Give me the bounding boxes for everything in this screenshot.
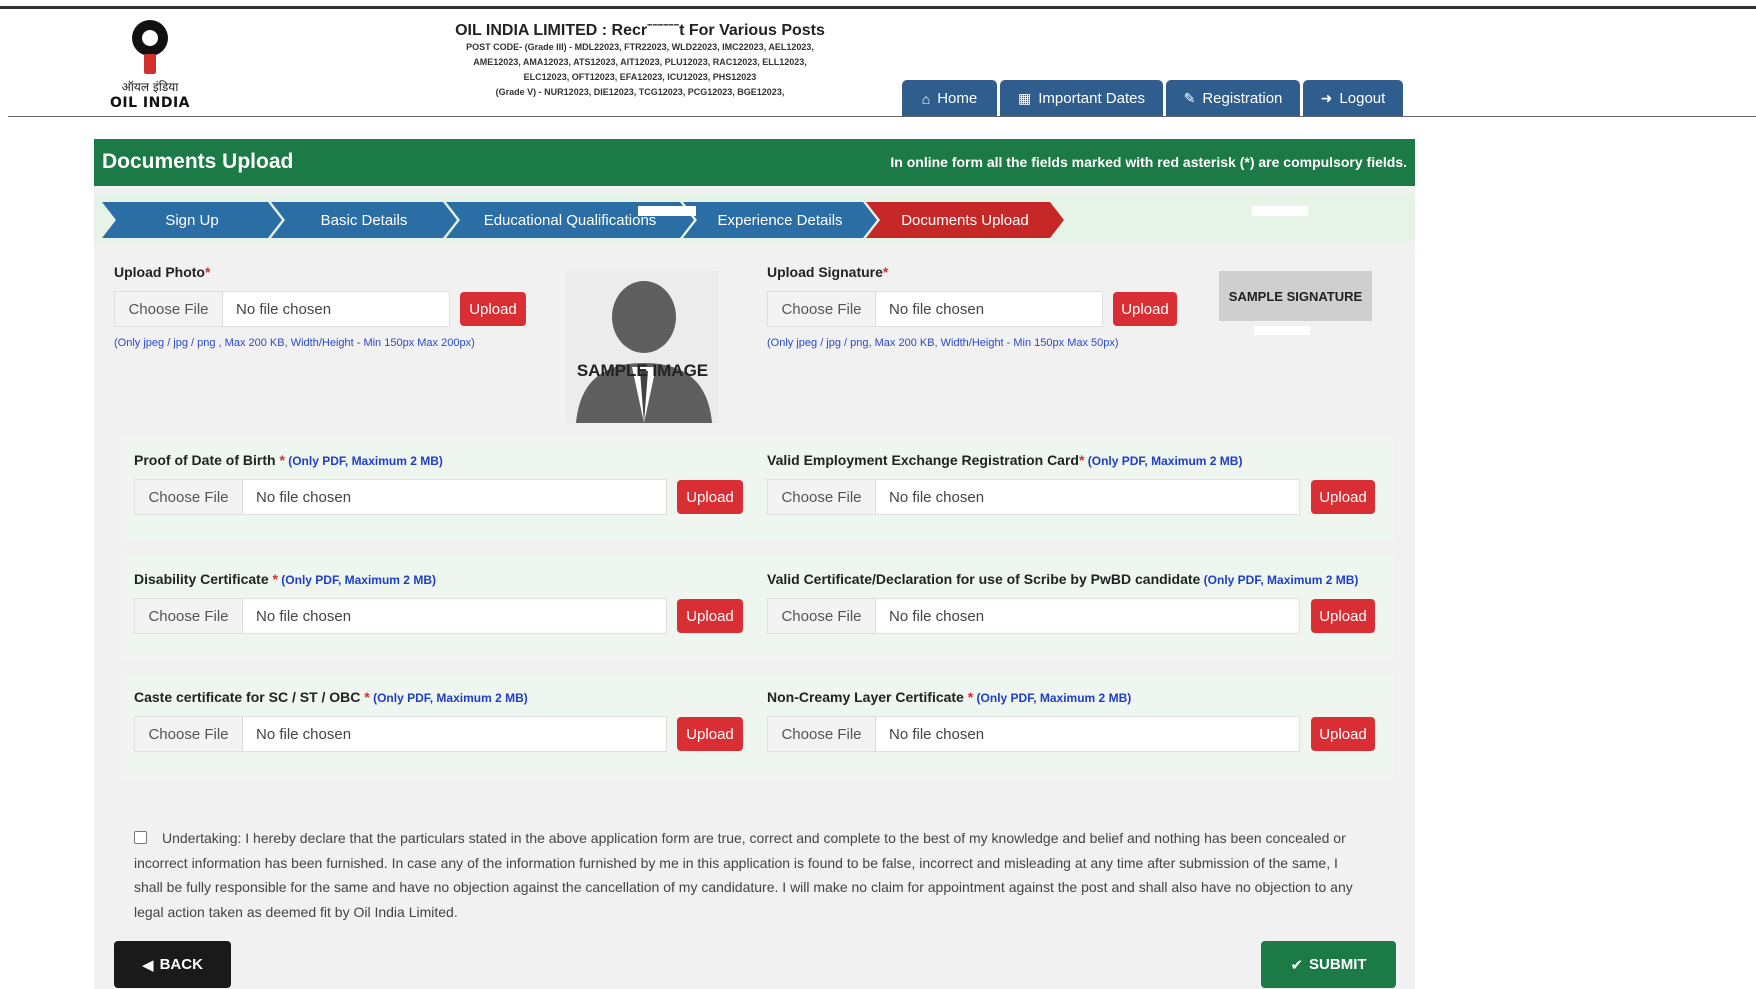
photo-file-input[interactable]: Choose File No file chosen (114, 291, 450, 327)
signature-format-note: (Only jpeg / jpg / png, Max 200 KB, Widt… (767, 337, 1119, 349)
file-name-text: No file chosen (256, 725, 352, 743)
logo-drop-icon (132, 20, 168, 74)
choose-file-button[interactable]: Choose File (768, 292, 876, 326)
sample-image: SAMPLE IMAGE (566, 271, 719, 423)
nav-important-dates-label: Important Dates (1038, 90, 1145, 107)
photo-format-note: (Only jpeg / jpg / png , Max 200 KB, Wid… (114, 337, 475, 349)
submit-button-label: SUBMIT (1309, 956, 1367, 973)
choose-file-button[interactable]: Choose File (135, 717, 243, 751)
upload-dob-button[interactable]: Upload (677, 480, 743, 514)
file-name-text: No file chosen (889, 607, 985, 625)
employment-file-input[interactable]: Choose File No file chosen (767, 479, 1300, 515)
page-title: Documents Upload (102, 150, 294, 173)
caste-file-input[interactable]: Choose File No file chosen (134, 716, 667, 752)
person-silhouette-icon (566, 271, 719, 423)
back-button[interactable]: ◀ BACK (114, 941, 231, 988)
upload-disability-button[interactable]: Upload (677, 599, 743, 633)
signature-file-input[interactable]: Choose File No file chosen (767, 291, 1103, 327)
post-code-line: ELC12023, OFT12023, EFA12023, ICU12023, … (523, 72, 757, 82)
back-button-label: BACK (159, 956, 203, 973)
step-label: Experience Details (717, 211, 843, 229)
caste-certificate-label: Caste certificate for SC / ST / OBC * (O… (134, 689, 528, 705)
step-label: Educational Qualifications (483, 211, 657, 229)
choose-file-button[interactable]: Choose File (135, 599, 243, 633)
employment-card-label: Valid Employment Exchange Registration C… (767, 452, 1243, 468)
scribe-file-input[interactable]: Choose File No file chosen (767, 598, 1300, 634)
redaction-mark (1254, 326, 1310, 335)
step-label: Basic Details (320, 211, 408, 229)
nav-logout-label: Logout (1339, 90, 1386, 107)
non-creamy-file-input[interactable]: Choose File No file chosen (767, 716, 1300, 752)
upload-signature-label: Upload Signature* (767, 264, 889, 280)
sample-image-caption: SAMPLE IMAGE (576, 361, 709, 380)
choose-file-button[interactable]: Choose File (768, 599, 876, 633)
post-code-line: AME12023, AMA12023, ATS12023, AIT12023, … (473, 57, 807, 67)
submit-button[interactable]: ✔ SUBMIT (1261, 941, 1396, 988)
disability-file-input[interactable]: Choose File No file chosen (134, 598, 667, 634)
upload-photo-button[interactable]: Upload (460, 292, 526, 326)
file-name-text: No file chosen (889, 488, 985, 506)
post-code-line: POST CODE- (Grade III) - MDL22023, FTR22… (466, 42, 814, 52)
redaction-mark (638, 206, 696, 216)
upload-caste-button[interactable]: Upload (677, 717, 743, 751)
upload-scribe-button[interactable]: Upload (1311, 599, 1375, 633)
nav-registration[interactable]: ✎ Registration (1166, 80, 1300, 117)
progress-steps: Sign Up Basic Details Educational Qualif… (94, 194, 1415, 242)
redaction-mark (1252, 206, 1308, 216)
file-name-text: No file chosen (256, 488, 352, 506)
file-name-text: No file chosen (236, 300, 332, 318)
back-arrow-icon: ◀ (142, 956, 154, 974)
post-code-line: (Grade V) - NUR12023, DIE12023, TCG12023… (495, 87, 785, 97)
dob-file-input[interactable]: Choose File No file chosen (134, 479, 667, 515)
edit-icon: ✎ (1183, 90, 1196, 106)
file-name-text: No file chosen (889, 725, 985, 743)
dob-proof-label: Proof of Date of Birth * (Only PDF, Maxi… (134, 452, 443, 468)
file-name-text: No file chosen (256, 607, 352, 625)
nav-registration-label: Registration (1202, 90, 1283, 107)
step-label: Documents Upload (901, 211, 1029, 229)
calendar-icon: ▦ (1018, 90, 1032, 106)
step-experience-details[interactable]: Experience Details (683, 202, 877, 238)
nav-home[interactable]: ⌂ Home (902, 80, 997, 117)
non-creamy-layer-label: Non-Creamy Layer Certificate * (Only PDF… (767, 689, 1132, 705)
scribe-certificate-label: Valid Certificate/Declaration for use of… (767, 571, 1359, 587)
logo-hindi-text: ऑयल इंडिया (121, 80, 179, 94)
upload-signature-button[interactable]: Upload (1113, 292, 1177, 326)
undertaking-text: Undertaking: I hereby declare that the p… (134, 830, 1353, 920)
logo-english-text: OIL INDIA (110, 95, 190, 111)
sign-out-icon: ➜ (1320, 90, 1333, 106)
header-text-block: OIL INDIA LIMITED : Recrˉˉˉˉˉˉt For Vari… (420, 22, 860, 100)
step-documents-upload[interactable]: Documents Upload (866, 202, 1064, 238)
nav-logout[interactable]: ➜ Logout (1303, 80, 1403, 117)
choose-file-button[interactable]: Choose File (115, 292, 223, 326)
header-divider (8, 116, 1756, 117)
upload-non-creamy-button[interactable]: Upload (1311, 717, 1375, 751)
sample-signature: SAMPLE SIGNATURE (1219, 271, 1372, 321)
file-name-text: No file chosen (889, 300, 985, 318)
choose-file-button[interactable]: Choose File (135, 480, 243, 514)
step-label: Sign Up (165, 211, 219, 229)
upload-photo-label: Upload Photo* (114, 264, 211, 280)
choose-file-button[interactable]: Choose File (768, 717, 876, 751)
check-circle-icon: ✔ (1290, 956, 1304, 974)
oil-india-logo[interactable]: ऑयल इंडिया OIL INDIA (108, 18, 192, 114)
disability-certificate-label: Disability Certificate * (Only PDF, Maxi… (134, 571, 436, 587)
page-header-title: OIL INDIA LIMITED : Recrˉˉˉˉˉˉt For Vari… (455, 22, 825, 39)
choose-file-button[interactable]: Choose File (768, 480, 876, 514)
home-icon: ⌂ (921, 90, 931, 107)
step-sign-up[interactable]: Sign Up (102, 202, 282, 238)
nav-important-dates[interactable]: ▦ Important Dates (1000, 80, 1163, 117)
step-basic-details[interactable]: Basic Details (271, 202, 457, 238)
nav-home-label: Home (937, 90, 978, 107)
compulsory-note: In online form all the fields marked wit… (890, 154, 1407, 170)
upload-employment-button[interactable]: Upload (1311, 480, 1375, 514)
title-bar: Documents Upload In online form all the … (94, 139, 1415, 186)
top-border (0, 6, 1756, 9)
